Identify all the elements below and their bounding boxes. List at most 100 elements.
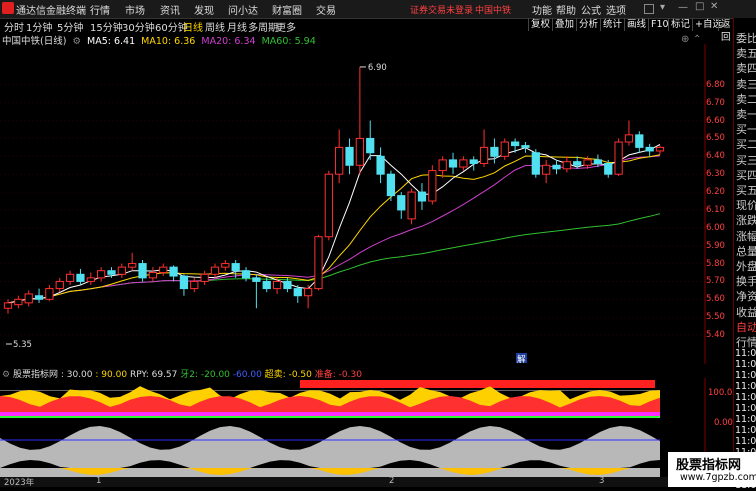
price-tick-label: 5.80 [706,258,725,269]
minimize-icon[interactable]: — [678,2,688,13]
price-tick-label: 5.90 [706,240,725,251]
period-tab-more[interactable]: 更多 [276,19,296,34]
date-label-month-2: 2 [389,476,395,486]
menu-quotes[interactable]: 行情 [90,2,110,17]
candle-body [293,288,302,297]
candle-body [573,161,582,166]
candle-body [179,275,189,290]
menu-trade[interactable]: 交易 [316,2,336,17]
menu-formula[interactable]: 公式 [581,2,601,17]
period-tab-1min[interactable]: 1分钟 [26,19,52,34]
price-tick-label: 6.30 [706,169,725,180]
sub-axis-0: 0.00 [714,418,733,428]
candle-body [65,273,75,282]
menu-market[interactable]: 市场 [125,2,145,17]
menu-options[interactable]: 选项 [606,2,626,17]
candle-body [428,170,437,202]
login-warning[interactable]: 证券交易未登录 [410,3,473,16]
mark-button[interactable]: 标记 [668,18,690,31]
candle-body [324,173,333,238]
candle-body [386,173,396,197]
menu-news[interactable]: 资讯 [160,2,180,17]
tick-time: 11:02 [735,381,756,392]
candle-body [645,146,654,152]
price-tick-label: 6.00 [706,222,725,233]
menu-discover[interactable]: 发现 [194,2,214,17]
quote-label: 现价 [736,199,756,213]
candle-body [283,280,292,290]
tick-time: 11:02 [735,436,756,447]
chevron-down-icon[interactable]: ▾ [660,2,665,13]
price-tick-label: 6.20 [706,187,725,198]
close-icon[interactable]: ✕ [710,1,718,12]
menu-help[interactable]: 帮助 [556,2,576,17]
candle-body [635,134,644,148]
period-tab-30min[interactable]: 30分钟 [122,19,155,34]
tick-time: 11:02 [735,370,756,381]
period-tab-timeshare[interactable]: 分时 [4,19,24,34]
candle-body [97,270,106,279]
quote-label: 卖三 [736,77,756,91]
candle-body [531,152,540,175]
period-tab-15min[interactable]: 15分钟 [90,19,123,34]
overlay-button[interactable]: 叠加 [552,18,574,31]
candle-body [510,141,520,147]
restore-rights-button[interactable]: 复权 [528,18,550,31]
candle-body [169,266,178,277]
unlock-marker-label: 解 [517,354,526,364]
statistics-button[interactable]: 统计 [600,18,622,31]
candle-body [117,266,126,275]
quote-label: 买二 [736,138,756,152]
date-axis: 2023年 1 2 3 [0,476,733,488]
ma5-line [7,144,661,304]
low-marker-label: 5.35 [13,340,32,350]
candle-body [614,141,623,175]
menu-wealth[interactable]: 财富圈 [272,2,302,17]
draw-line-button[interactable]: 画线 [624,18,646,31]
period-tab-multi[interactable]: 多周期 [248,19,278,34]
quote-label: 卖五 [736,47,756,61]
price-tick-label: 6.70 [706,97,725,108]
period-tab-5min[interactable]: 5分钟 [57,19,83,34]
period-tab-weekly[interactable]: 周线 [205,19,225,34]
quote-label: 卖二 [736,92,756,106]
tick-time: 11:02 [735,414,756,425]
candle-body [138,263,147,279]
analysis-button[interactable]: 分析 [576,18,598,31]
candle-body [272,280,282,290]
quote-label: 换手 [736,275,756,289]
price-tick-label: 5.60 [706,294,725,305]
quote-label: 收益 [736,305,756,319]
candle-body [459,159,468,168]
watermark-url: www.7gpzb.com [680,472,756,483]
candle-body [583,159,592,166]
ma60-line [7,213,661,304]
chart-toolbar: 复权 叠加 分析 统计 画线 F10 标记 +自选 返回 [528,18,732,43]
candle-body [200,273,209,282]
price-tick-label: 6.40 [706,151,725,162]
tick-time: 11:02 [735,425,756,436]
quote-label: 卖四 [736,62,756,76]
quote-label: 卖一 [736,108,756,121]
candle-body [655,146,665,152]
f10-button[interactable]: F10 [648,18,669,31]
settings-icon[interactable] [644,4,654,14]
candle-body [376,155,385,175]
maximize-icon[interactable]: □ [695,1,704,12]
candle-body [355,137,364,166]
menu-function[interactable]: 功能 [532,2,552,17]
period-tab-monthly[interactable]: 月线 [227,19,247,34]
candle-body [128,263,137,268]
price-tick-label: 5.40 [706,330,725,341]
title-bar: 通达信金融终端 行情 市场 资讯 发现 问小达 财富圈 交易 证券交易未登录 中… [0,0,756,19]
menu-ask[interactable]: 问小达 [228,2,258,17]
candlestick-chart[interactable]: 6.90 5.35 解 [0,44,706,364]
candle-body [190,280,199,290]
indicator-chart[interactable] [0,378,706,477]
period-tab-daily[interactable]: 日线 [183,19,203,34]
candle-body [397,195,406,211]
candle-body [221,263,230,268]
candle-body [231,263,240,272]
candle-body [407,191,416,220]
tick-time: 11:02 [735,348,756,359]
